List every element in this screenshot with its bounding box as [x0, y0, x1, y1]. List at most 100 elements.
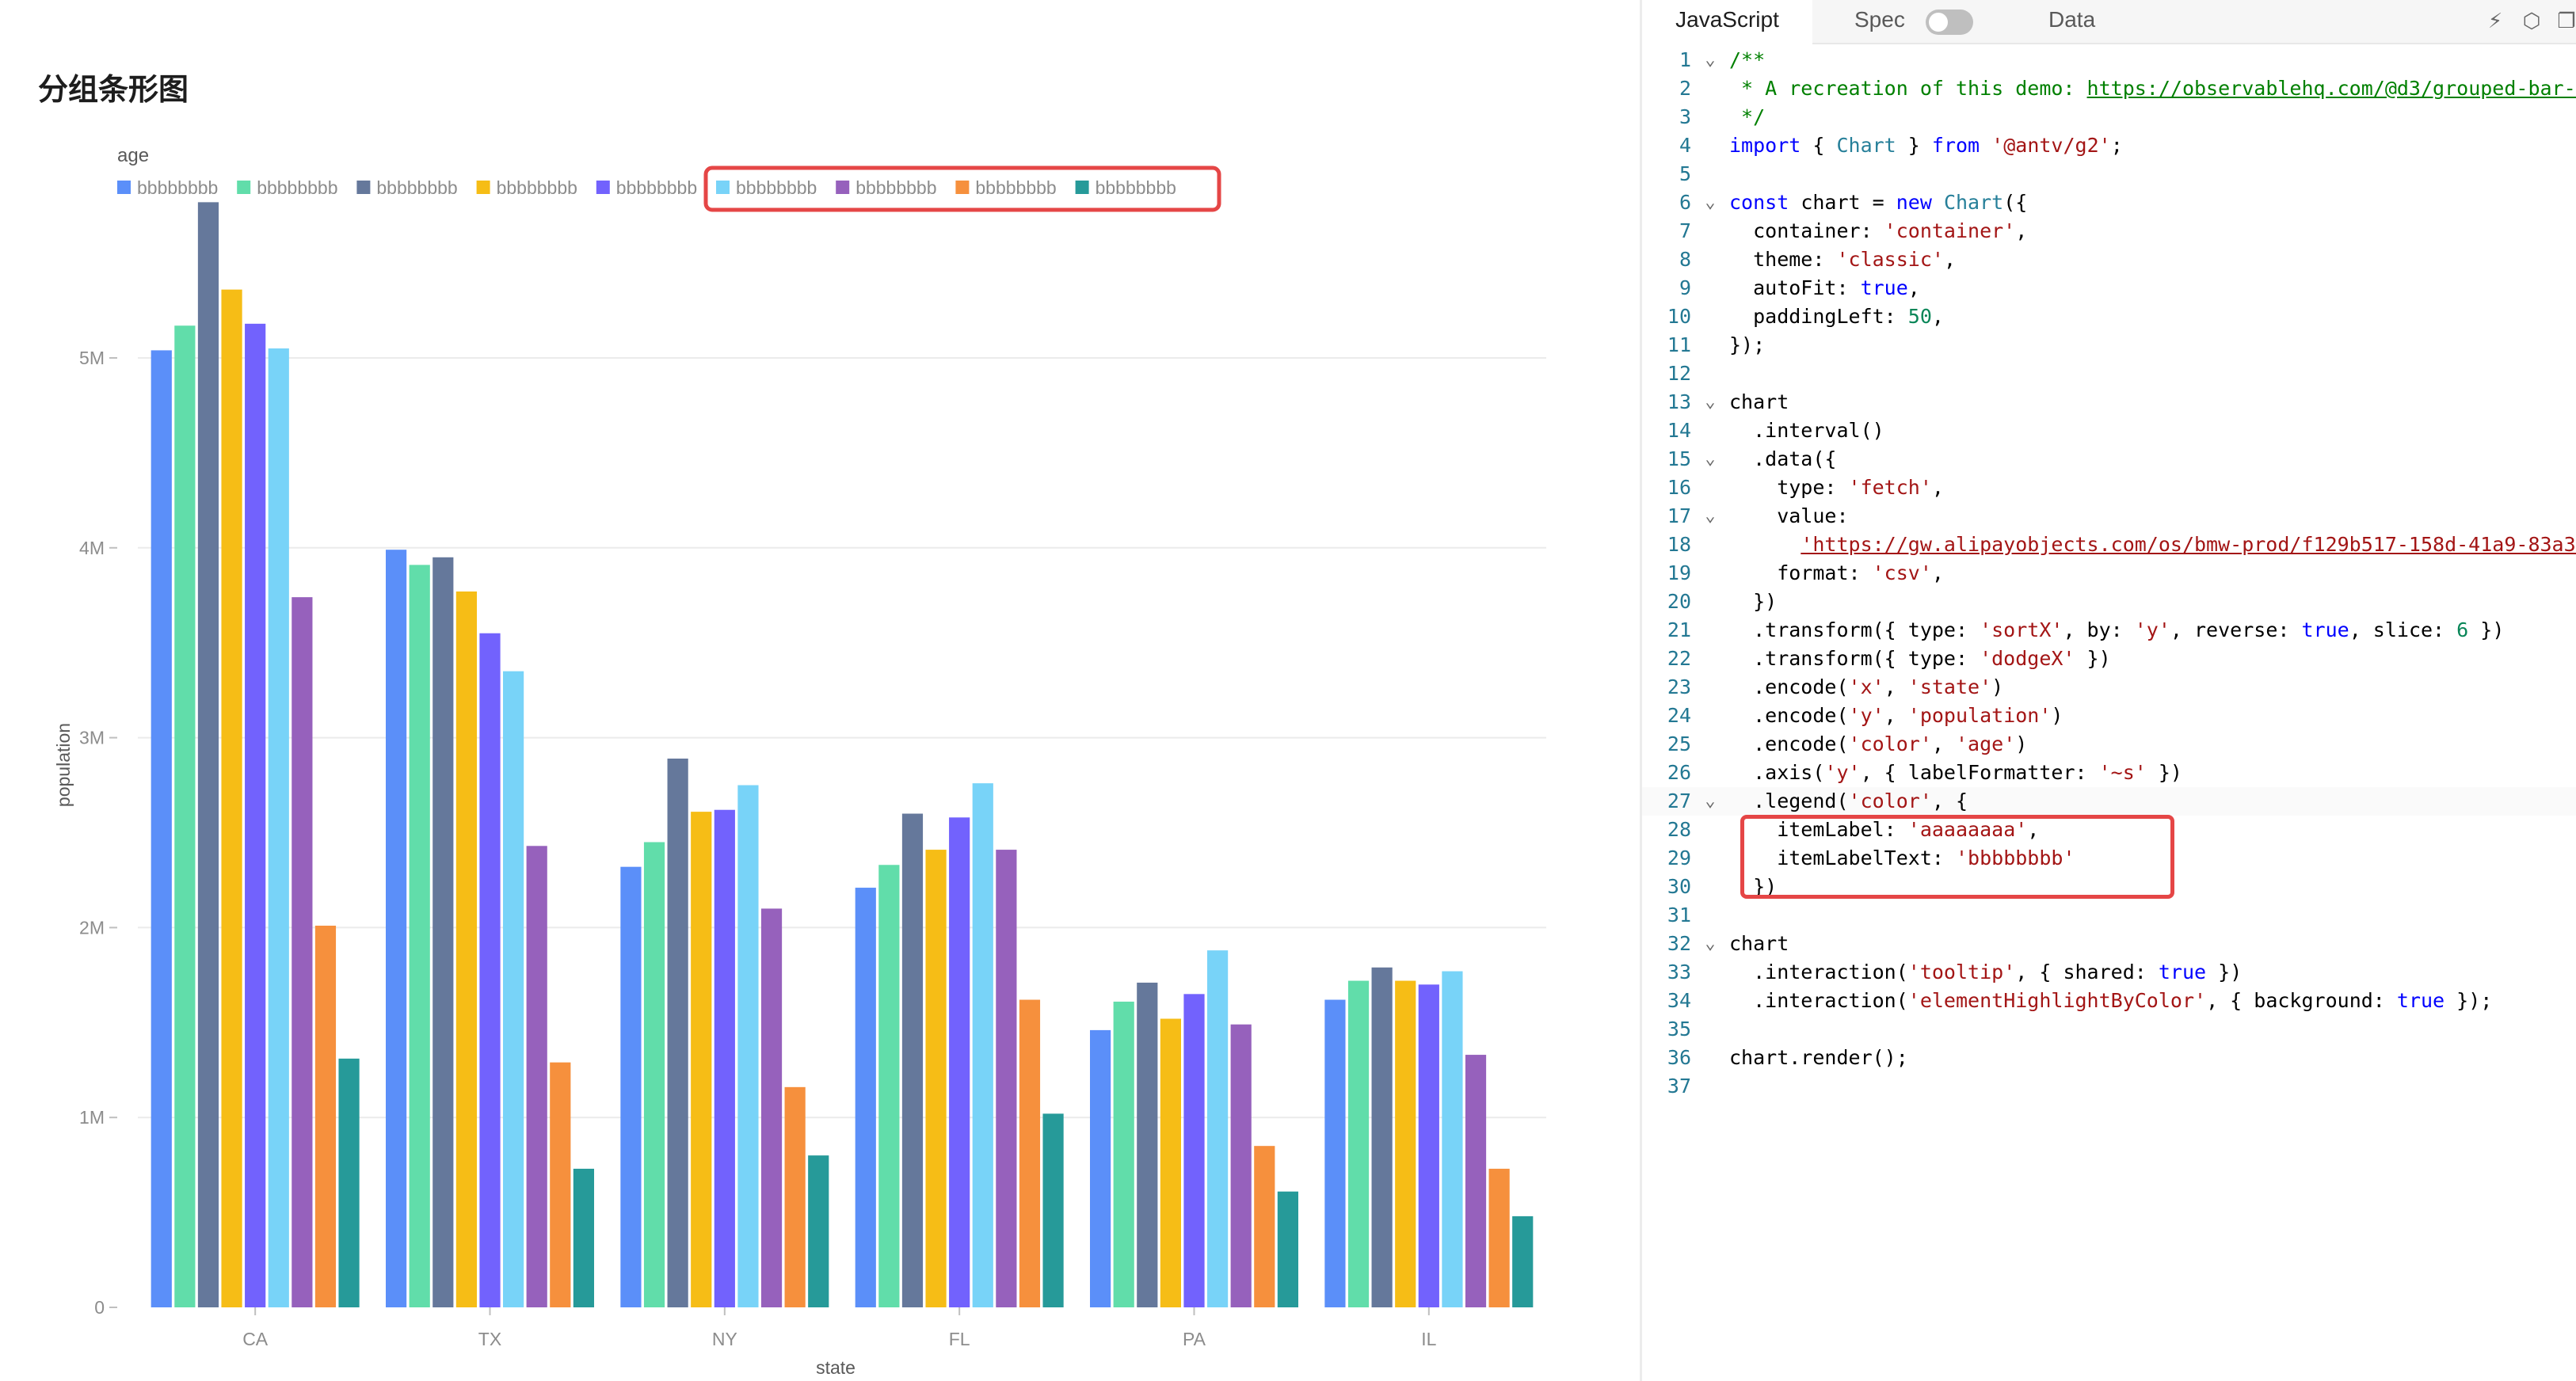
code-text: * A recreation of this demo: https://obs…	[1729, 77, 2576, 100]
code-line[interactable]: 36 chart.render();	[1642, 1044, 2576, 1072]
fold-chevron-icon[interactable]: ⌄	[1701, 188, 1720, 217]
code-line[interactable]: 13 ⌄ chart	[1642, 388, 2576, 417]
legend-swatch	[955, 181, 970, 194]
code-line[interactable]: 25 .encode('color', 'age')	[1642, 730, 2576, 759]
code-line[interactable]: 24 .encode('y', 'population')	[1642, 702, 2576, 730]
code-line[interactable]: 18 'https://gw.alipayobjects.com/os/bmw-…	[1642, 531, 2576, 559]
code-line[interactable]: 33 .interaction('tooltip', { shared: tru…	[1642, 958, 2576, 987]
fold-chevron-icon[interactable]: ⌄	[1701, 445, 1720, 474]
legend-item-label: bbbbbbbb	[616, 177, 697, 198]
tab-javascript-label: JavaScript	[1675, 7, 1779, 32]
code-line[interactable]: 21 .transform({ type: 'sortX', by: 'y', …	[1642, 616, 2576, 645]
bar	[1254, 1146, 1275, 1307]
fold-chevron-icon[interactable]: ⌄	[1701, 787, 1720, 816]
code-text: .encode('color', 'age')	[1729, 732, 2028, 755]
legend-item-label: bbbbbbbb	[975, 177, 1056, 198]
code-line[interactable]: 26 .axis('y', { labelFormatter: '~s' })	[1642, 759, 2576, 787]
line-number: 34	[1667, 989, 1691, 1012]
bar	[1324, 999, 1346, 1307]
line-number: 17	[1667, 504, 1691, 527]
code-line[interactable]: 10 paddingLeft: 50,	[1642, 302, 2576, 331]
line-number: 9	[1679, 276, 1691, 299]
bar	[1418, 984, 1439, 1307]
code-line[interactable]: 23 .encode('x', 'state')	[1642, 673, 2576, 702]
code-line[interactable]: 15 ⌄ .data({	[1642, 445, 2576, 474]
code-line[interactable]: 14 .interval()	[1642, 417, 2576, 445]
code-line[interactable]: 16 type: 'fetch',	[1642, 474, 2576, 502]
bar	[197, 202, 219, 1307]
bar	[1277, 1191, 1298, 1307]
code-text: type: 'fetch',	[1729, 476, 1944, 499]
legend-item-label: bbbbbbbb	[137, 177, 218, 198]
copy-icon[interactable]: ❐	[2552, 6, 2576, 35]
legend: age bbbbbbbb bbbbbbbb bbbbbbbb bbbbbbbb bbbbb…	[117, 145, 1176, 198]
y-tick-label: 5M	[79, 348, 105, 368]
line-number: 33	[1667, 961, 1691, 983]
code-line[interactable]: 27 ⌄ .legend('color', {	[1642, 787, 2576, 816]
code-line[interactable]: 9 autoFit: true,	[1642, 274, 2576, 302]
code-line[interactable]: 20 })	[1642, 588, 2576, 616]
code-text: format: 'csv',	[1729, 561, 1944, 584]
bar	[808, 1155, 829, 1307]
code-text: .encode('x', 'state')	[1729, 675, 2004, 698]
tab-data[interactable]: Data	[2048, 0, 2112, 43]
bar	[1230, 1024, 1252, 1307]
code-text: .interaction('tooltip', { shared: true }…	[1729, 961, 2243, 983]
cube-icon[interactable]: ⬡	[2517, 6, 2546, 35]
code-line[interactable]: 3 */	[1642, 103, 2576, 131]
code-editor-pane: JavaScript Spec Data ⚡ ⬡ ❐ 1 ⌄ /** 2 * A re…	[1642, 0, 2576, 1381]
code-text: .data({	[1729, 447, 1837, 470]
lightning-icon[interactable]: ⚡	[2481, 6, 2509, 35]
line-number: 26	[1667, 761, 1691, 784]
bar	[1207, 950, 1229, 1307]
code-text: autoFit: true,	[1729, 276, 1920, 299]
line-number: 36	[1667, 1046, 1691, 1069]
code-line[interactable]: 32 ⌄ chart	[1642, 930, 2576, 958]
code-line[interactable]: 22 .transform({ type: 'dodgeX' })	[1642, 645, 2576, 673]
code-line[interactable]: 2 * A recreation of this demo: https://o…	[1642, 74, 2576, 103]
code-text: });	[1729, 333, 1766, 356]
code-line[interactable]: 1 ⌄ /**	[1642, 46, 2576, 74]
legend-swatch	[716, 181, 730, 194]
editor-tabbar: JavaScript Spec Data ⚡ ⬡ ❐	[1642, 0, 2576, 45]
bar	[503, 671, 524, 1307]
code-line[interactable]: 31	[1642, 901, 2576, 930]
line-number: 10	[1667, 305, 1691, 328]
code-line[interactable]: 19 format: 'csv',	[1642, 559, 2576, 588]
code-line[interactable]: 17 ⌄ value:	[1642, 502, 2576, 531]
bar	[1371, 967, 1393, 1307]
line-number: 27	[1667, 789, 1691, 812]
code-line[interactable]: 5	[1642, 160, 2576, 188]
fold-chevron-icon[interactable]: ⌄	[1701, 388, 1720, 417]
legend-swatch	[356, 181, 371, 194]
legend-swatch	[596, 181, 610, 194]
tab-javascript[interactable]: JavaScript	[1642, 0, 1812, 45]
x-tick-label: PA	[1183, 1329, 1206, 1349]
legend-item-label: bbbbbbbb	[376, 177, 457, 198]
code-text: .interaction('elementHighlightByColor', …	[1729, 989, 2493, 1012]
bar	[314, 926, 337, 1307]
fold-chevron-icon[interactable]: ⌄	[1701, 502, 1720, 531]
code-highlight-box	[1740, 815, 2174, 899]
line-number: 19	[1667, 561, 1691, 584]
code-text: container: 'container',	[1729, 219, 2028, 242]
bar	[784, 1086, 806, 1307]
code-line[interactable]: 12	[1642, 360, 2576, 388]
fold-chevron-icon[interactable]: ⌄	[1701, 46, 1720, 74]
code-line[interactable]: 7 container: 'container',	[1642, 217, 2576, 245]
code-line[interactable]: 11});	[1642, 331, 2576, 360]
code-line[interactable]: 34 .interaction('elementHighlightByColor…	[1642, 987, 2576, 1015]
bar	[643, 842, 665, 1307]
x-tick-label: FL	[949, 1329, 970, 1349]
bar	[338, 1058, 360, 1307]
tab-spec[interactable]: Spec	[1854, 0, 1918, 43]
code-line[interactable]: 37	[1642, 1072, 2576, 1101]
code-line[interactable]: 35	[1642, 1015, 2576, 1044]
code-line[interactable]: 6 ⌄ const chart = new Chart({	[1642, 188, 2576, 217]
code-text: .axis('y', { labelFormatter: '~s' })	[1729, 761, 2182, 784]
code-line[interactable]: 4 import { Chart } from '@antv/g2';	[1642, 131, 2576, 160]
spec-toggle[interactable]	[1926, 10, 1973, 35]
code-line[interactable]: 8 theme: 'classic',	[1642, 245, 2576, 274]
line-number: 23	[1667, 675, 1691, 698]
fold-chevron-icon[interactable]: ⌄	[1701, 930, 1720, 958]
